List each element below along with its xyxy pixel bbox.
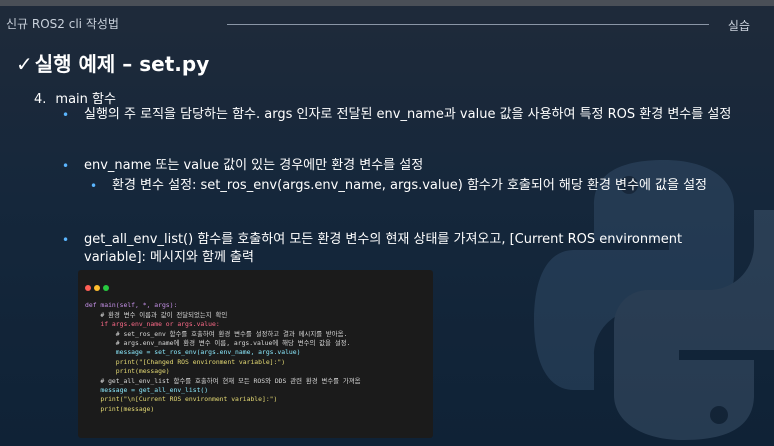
section-number: 4. — [34, 92, 47, 107]
code-line: message = get_all_env_list() — [85, 386, 209, 395]
code-line: # set_ros_env 함수를 호출하여 환경 변수를 설정하고 결과 메시… — [85, 329, 348, 338]
slide-title-text: 실행 예제 – set.py — [34, 52, 210, 76]
code-line: def main(self, *, args): — [85, 301, 178, 310]
list-item-text: 환경 변수 설정: set_ros_env(args.env_name, arg… — [112, 178, 708, 193]
code-line: # 환경 변수 이름과 값이 전달되었는지 확인 — [85, 310, 228, 319]
top-bar — [0, 0, 774, 6]
code-line: print("\n[Current ROS environment variab… — [85, 395, 278, 404]
code-line: message = set_ros_env(args.env_name, arg… — [85, 348, 301, 357]
bullet-dot-icon: • — [62, 233, 70, 247]
list-item-text: get_all_env_list() 함수를 호출하여 모든 환경 변수의 현재… — [84, 232, 683, 265]
window-minimize-dot — [94, 285, 100, 291]
list-item: • 실행의 주 로직을 담당하는 함수. args 인자로 전달된 env_na… — [62, 106, 744, 124]
header-divider — [227, 24, 709, 25]
section-heading: 4. main 함수 — [34, 88, 116, 107]
check-icon: ✓ — [16, 52, 33, 76]
list-item-text: 실행의 주 로직을 담당하는 함수. args 인자로 전달된 env_name… — [84, 107, 732, 122]
bullet-dot-icon: • — [62, 108, 70, 122]
window-maximize-dot — [103, 285, 109, 291]
code-block: def main(self, *, args): # 환경 변수 이름과 값이 … — [85, 292, 361, 433]
code-line: if args.env_name or args.value: — [85, 320, 220, 329]
code-line: print("[Changed ROS environment variable… — [85, 357, 286, 366]
slide-title: ✓ 실행 예제 – set.py — [16, 48, 209, 77]
header-title: 신규 ROS2 cli 작성법 — [6, 17, 119, 31]
code-window: def main(self, *, args): # 환경 변수 이름과 값이 … — [78, 270, 433, 438]
list-item: • get_all_env_list() 함수를 호출하여 모든 환경 변수의 … — [62, 231, 744, 267]
bullet-dot-icon: • — [62, 159, 70, 173]
code-line: # args.env_name에 환경 변수 이름, args.value에 해… — [85, 339, 351, 348]
section-label: main 함수 — [55, 92, 116, 107]
header-tag: 실습 — [727, 19, 750, 33]
code-line: print(message) — [85, 404, 155, 413]
bullet-dot-icon: • — [90, 179, 98, 193]
window-close-dot — [85, 285, 91, 291]
list-item-text: env_name 또는 value 값이 있는 경우에만 환경 변수를 설정 — [84, 158, 424, 173]
code-line: # get_all_env_list 함수를 호출하여 현재 모든 ROS와 D… — [85, 376, 361, 385]
code-line: print(message) — [85, 367, 170, 376]
list-item: • env_name 또는 value 값이 있는 경우에만 환경 변수를 설정 — [62, 157, 744, 175]
list-item: • 환경 변수 설정: set_ros_env(args.env_name, a… — [90, 177, 732, 195]
